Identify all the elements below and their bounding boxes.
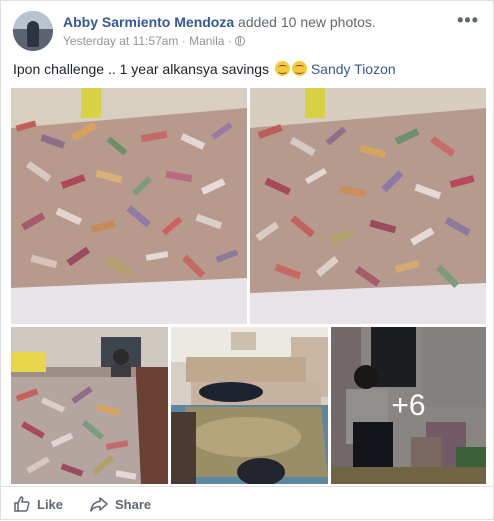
tagged-user-link[interactable]: Sandy Tiozon: [311, 61, 396, 77]
share-arrow-icon: [90, 497, 108, 512]
meta-separator: ·: [181, 34, 186, 48]
post-meta: Yesterday at 11:57am · Manila ·: [63, 33, 246, 49]
photo-money-room: [11, 327, 168, 484]
post-body: Ipon challenge .. 1 year alkansya saving…: [13, 61, 270, 77]
post-action-text: added 10 new photos.: [238, 14, 376, 30]
post-location[interactable]: Manila: [189, 34, 224, 48]
post-action-bar: Like Share: [1, 486, 494, 521]
photo-5-more[interactable]: +6: [331, 327, 486, 484]
more-photos-overlay[interactable]: +6: [331, 327, 486, 484]
post-headline: Abby Sarmiento Mendoza added 10 new phot…: [63, 13, 376, 31]
author-name[interactable]: Abby Sarmiento Mendoza: [63, 14, 234, 30]
smile-emoji-icon: [291, 61, 307, 76]
share-button[interactable]: Share: [89, 487, 151, 521]
thumbs-up-icon: [14, 496, 30, 512]
share-label: Share: [115, 496, 152, 512]
photo-4[interactable]: [171, 327, 328, 484]
photo-3[interactable]: [11, 327, 168, 484]
globe-icon[interactable]: [235, 36, 246, 46]
photo-1[interactable]: [11, 88, 247, 324]
photo-coins-bed: [171, 327, 328, 484]
photo-2[interactable]: [250, 88, 486, 324]
avatar[interactable]: [13, 11, 53, 51]
post-card: Abby Sarmiento Mendoza added 10 new phot…: [0, 0, 494, 520]
like-label: Like: [37, 496, 64, 512]
photo-money-pile-2: [250, 88, 486, 324]
smile-emoji-icon: [274, 61, 290, 76]
post-timestamp[interactable]: Yesterday at 11:57am: [63, 34, 178, 48]
post-text: Ipon challenge .. 1 year alkansya saving…: [13, 60, 396, 78]
post-header: Abby Sarmiento Mendoza added 10 new phot…: [13, 11, 483, 51]
photo-money-pile-1: [11, 88, 247, 324]
more-options-icon[interactable]: •••: [457, 11, 479, 29]
like-button[interactable]: Like: [13, 487, 63, 521]
meta-separator-2: ·: [227, 34, 232, 48]
